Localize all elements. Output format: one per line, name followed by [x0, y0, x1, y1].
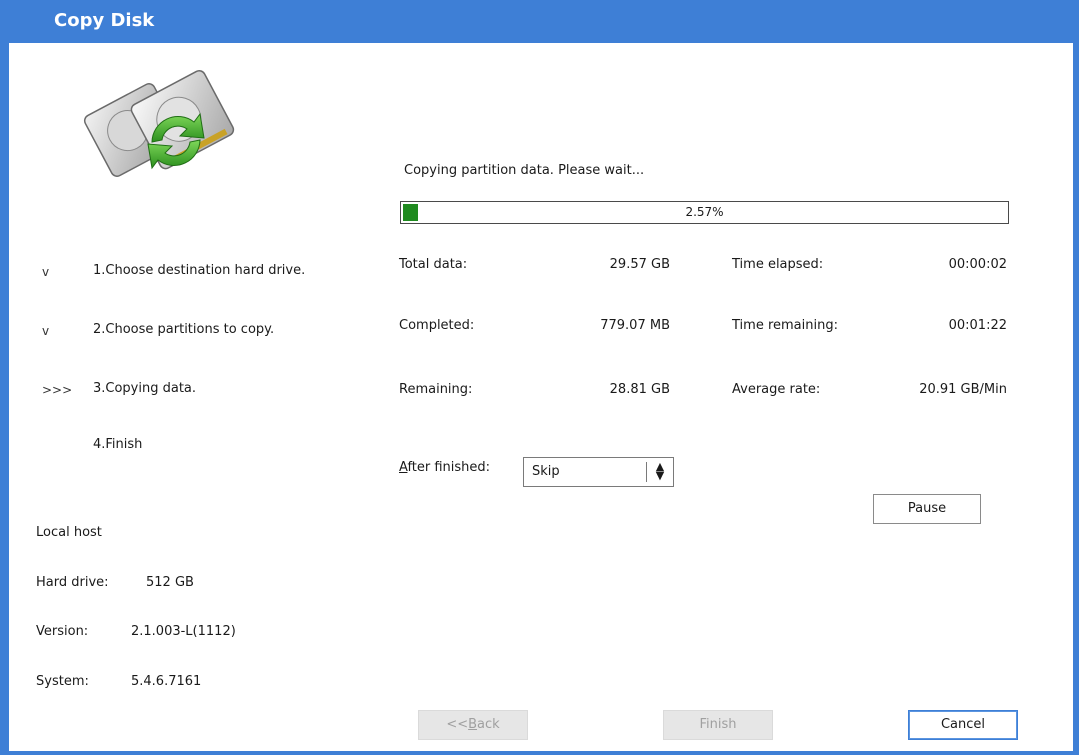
back-button-rest: ack: [477, 717, 500, 732]
after-finished-select[interactable]: Skip ▲ ▼: [523, 457, 674, 487]
back-button[interactable]: <<Back: [418, 710, 528, 740]
pause-button[interactable]: Pause: [873, 494, 981, 524]
version-label: Version:: [36, 624, 89, 639]
average-rate-value: 20.91 GB/Min: [919, 382, 1007, 397]
after-finished-value: Skip: [532, 464, 560, 479]
after-finished-label: After finished:: [399, 460, 490, 475]
hard-drive-label: Hard drive:: [36, 575, 109, 590]
step-4-label: 4.Finish: [93, 437, 143, 452]
completed-value: 779.07 MB: [600, 318, 670, 333]
system-label: System:: [36, 674, 89, 689]
step-1-label: 1.Choose destination hard drive.: [93, 263, 306, 278]
window-title: Copy Disk: [54, 10, 155, 31]
time-elapsed-label: Time elapsed:: [732, 257, 824, 272]
cancel-button[interactable]: Cancel: [908, 710, 1018, 740]
select-divider: [646, 462, 647, 482]
step-2-label: 2.Choose partitions to copy.: [93, 322, 275, 337]
back-button-mnemonic: B: [468, 717, 478, 732]
hard-disk-copy-icon: [83, 69, 235, 177]
time-elapsed-value: 00:00:02: [948, 257, 1007, 272]
up-down-arrows-icon: ▲ ▼: [655, 460, 665, 482]
completed-label: Completed:: [399, 318, 475, 333]
step-3-label: 3.Copying data.: [93, 381, 197, 396]
remaining-value: 28.81 GB: [609, 382, 670, 397]
finish-button[interactable]: Finish: [663, 710, 773, 740]
total-data-label: Total data:: [399, 257, 468, 272]
time-remaining-value: 00:01:22: [948, 318, 1007, 333]
time-remaining-label: Time remaining:: [732, 318, 838, 333]
after-finished-label-rest: fter finished:: [407, 460, 491, 475]
average-rate-label: Average rate:: [732, 382, 821, 397]
remaining-label: Remaining:: [399, 382, 473, 397]
progress-percent: 2.57%: [685, 205, 724, 219]
step-2-mark: v: [42, 324, 50, 338]
host-title: Local host: [36, 525, 102, 540]
total-data-value: 29.57 GB: [609, 257, 670, 272]
hard-drive-value: 512 GB: [146, 575, 194, 590]
step-1-mark: v: [42, 265, 50, 279]
title-bar: Copy Disk: [0, 0, 1079, 43]
back-button-prefix: <<: [446, 717, 469, 732]
progress-bar: 2.57%: [400, 201, 1009, 224]
system-value: 5.4.6.7161: [131, 674, 202, 689]
version-value: 2.1.003-L(1112): [131, 624, 236, 639]
status-message: Copying partition data. Please wait...: [404, 163, 645, 178]
step-3-mark: >>>: [42, 383, 73, 397]
